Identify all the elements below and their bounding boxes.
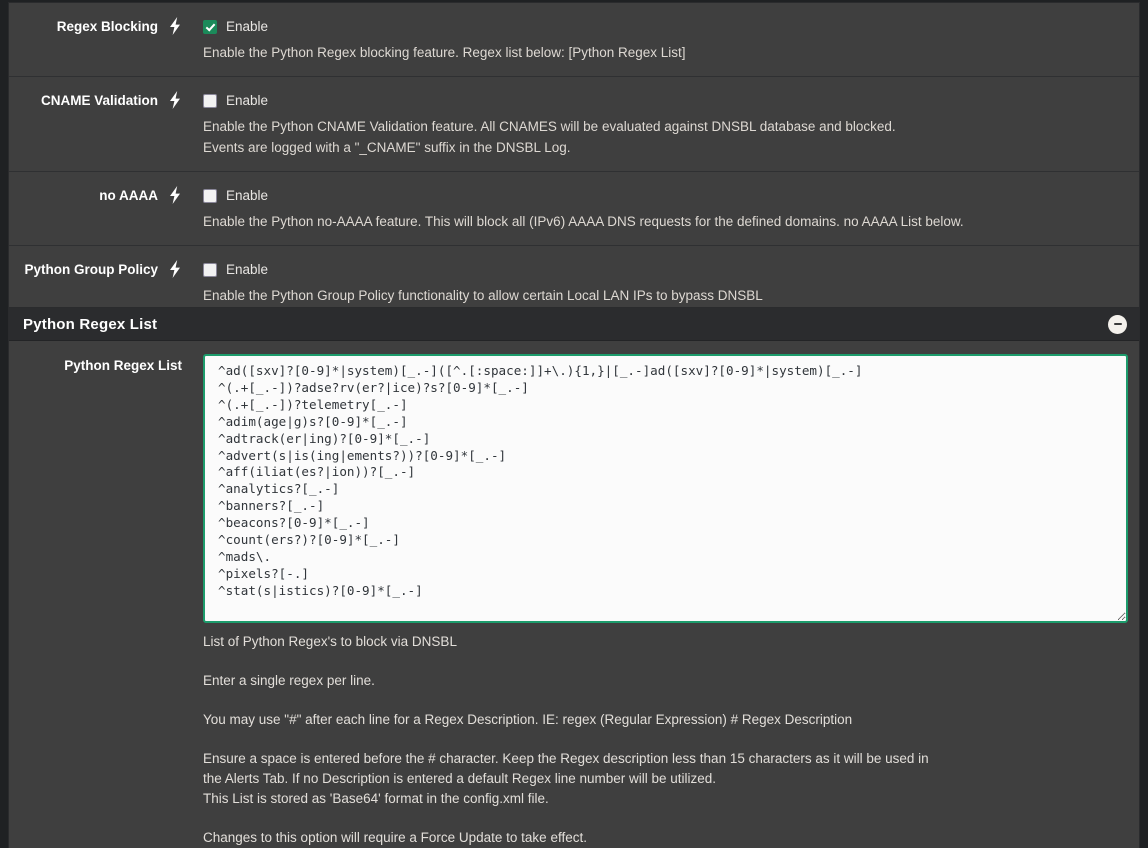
help-line: You may use "#" after each line for a Re… bbox=[203, 712, 853, 727]
help-line: the Alerts Tab. If no Description is ent… bbox=[203, 771, 717, 786]
setting-label-regex-blocking: Regex Blocking bbox=[56, 19, 158, 34]
description-line: Enable the Python no-AAAA feature. This … bbox=[203, 214, 964, 229]
panel-title: Python Regex List bbox=[23, 315, 158, 333]
setting-row-regex-blocking: Regex Blocking Enable Enable the Python … bbox=[9, 3, 1139, 77]
enable-checkbox-line: Enable bbox=[203, 17, 1139, 37]
regex-field-col: List of Python Regex's to block via DNSB… bbox=[194, 354, 1146, 848]
no-aaaa-enable-label[interactable]: Enable bbox=[226, 186, 268, 206]
row-content-col: Enable Enable the Python Group Policy fu… bbox=[194, 260, 1139, 306]
python-regex-list-panel: Python Regex List Python Regex List List… bbox=[8, 307, 1140, 848]
help-line: This List is stored as 'Base64' format i… bbox=[203, 791, 549, 806]
setting-row-no-aaaa: no AAAA Enable Enable the Python no-AAAA… bbox=[9, 172, 1139, 246]
lightning-bolt-icon bbox=[168, 186, 182, 204]
regex-blocking-enable-label[interactable]: Enable bbox=[226, 17, 268, 37]
python-regex-list-field-label: Python Regex List bbox=[64, 358, 182, 373]
regex-label-col: Python Regex List bbox=[9, 354, 194, 375]
help-paragraph-4: Ensure a space is entered before the # c… bbox=[203, 749, 1128, 809]
python-feature-settings-panel: Regex Blocking Enable Enable the Python … bbox=[8, 2, 1140, 320]
description-line: Events are logged with a "_CNAME" suffix… bbox=[203, 140, 571, 155]
cname-validation-description: Enable the Python CNAME Validation featu… bbox=[203, 116, 1139, 158]
python-regex-list-help-text: List of Python Regex's to block via DNSB… bbox=[203, 632, 1128, 848]
help-paragraph-5: Changes to this option will require a Fo… bbox=[203, 828, 1128, 848]
setting-label-cname-validation: CNAME Validation bbox=[40, 93, 158, 108]
description-line: Enable the Python CNAME Validation featu… bbox=[203, 119, 896, 134]
lightning-bolt-icon bbox=[168, 91, 182, 109]
python-regex-list-textarea[interactable] bbox=[203, 354, 1128, 623]
help-line: Changes to this option will require a Fo… bbox=[203, 830, 587, 845]
row-label-col: CNAME Validation bbox=[9, 91, 194, 111]
description-line: Enable the Python Group Policy functiona… bbox=[203, 288, 763, 303]
python-group-policy-enable-label[interactable]: Enable bbox=[226, 260, 268, 280]
lightning-bolt-icon bbox=[168, 260, 182, 278]
help-line: List of Python Regex's to block via DNSB… bbox=[203, 634, 457, 649]
no-aaaa-description: Enable the Python no-AAAA feature. This … bbox=[203, 211, 1139, 232]
minus-circle-icon[interactable] bbox=[1108, 314, 1127, 334]
description-line: Enable the Python Regex blocking feature… bbox=[203, 45, 686, 60]
cname-validation-enable-checkbox[interactable] bbox=[203, 94, 217, 108]
help-paragraph-3: You may use "#" after each line for a Re… bbox=[203, 710, 1128, 730]
enable-checkbox-line: Enable bbox=[203, 91, 1139, 111]
setting-row-cname-validation: CNAME Validation Enable Enable the Pytho… bbox=[9, 77, 1139, 172]
cname-validation-enable-label[interactable]: Enable bbox=[226, 91, 268, 111]
row-label-col: no AAAA bbox=[9, 186, 194, 206]
help-line: Ensure a space is entered before the # c… bbox=[203, 751, 929, 766]
help-line: Enter a single regex per line. bbox=[203, 673, 375, 688]
no-aaaa-enable-checkbox[interactable] bbox=[203, 189, 217, 203]
help-paragraph-1: List of Python Regex's to block via DNSB… bbox=[203, 632, 1128, 652]
enable-checkbox-line: Enable bbox=[203, 260, 1139, 280]
row-content-col: Enable Enable the Python no-AAAA feature… bbox=[194, 186, 1139, 232]
row-content-col: Enable Enable the Python CNAME Validatio… bbox=[194, 91, 1139, 158]
python-group-policy-description: Enable the Python Group Policy functiona… bbox=[203, 285, 1139, 306]
enable-checkbox-line: Enable bbox=[203, 186, 1139, 206]
setting-label-no-aaaa: no AAAA bbox=[99, 188, 158, 203]
python-group-policy-enable-checkbox[interactable] bbox=[203, 263, 217, 277]
lightning-bolt-icon bbox=[168, 17, 182, 35]
python-regex-list-panel-header: Python Regex List bbox=[9, 308, 1139, 341]
pfblockerng-python-settings-page: Regex Blocking Enable Enable the Python … bbox=[0, 0, 1148, 848]
setting-label-python-group-policy: Python Group Policy bbox=[24, 262, 158, 277]
python-regex-list-panel-body: Python Regex List List of Python Regex's… bbox=[9, 341, 1139, 848]
regex-blocking-description: Enable the Python Regex blocking feature… bbox=[203, 42, 1139, 63]
help-paragraph-2: Enter a single regex per line. bbox=[203, 671, 1128, 691]
row-label-col: Python Group Policy bbox=[9, 260, 194, 280]
row-label-col: Regex Blocking bbox=[9, 17, 194, 37]
row-content-col: Enable Enable the Python Regex blocking … bbox=[194, 17, 1139, 63]
regex-blocking-enable-checkbox[interactable] bbox=[203, 20, 217, 34]
